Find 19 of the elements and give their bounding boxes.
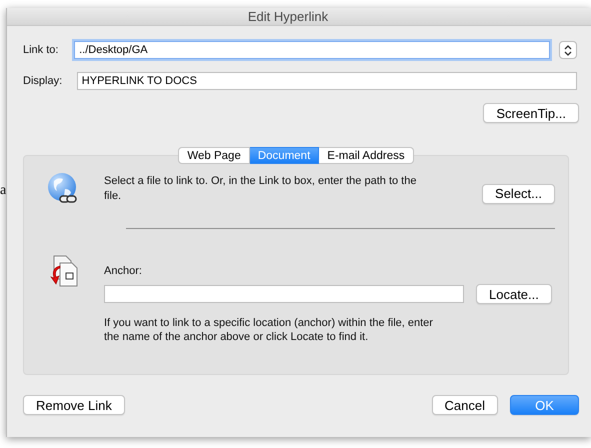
dialog-button[interactable]: Cancel	[432, 395, 498, 415]
anchor-field[interactable]	[104, 285, 464, 303]
screentip-button[interactable]: ScreenTip...	[483, 103, 579, 123]
field-label: Display:	[23, 75, 64, 87]
link-to-field[interactable]: ../Desktop/GA	[74, 41, 550, 59]
tab[interactable]: E-mail Address	[319, 147, 414, 164]
select-button[interactable]: Select...	[482, 184, 555, 204]
field-label: Anchor:	[104, 265, 143, 277]
instruction-text: Select a file to link to. Or, in the Link to box, enter the path to the file.	[104, 174, 418, 204]
help-text: If you want to link to a specific location (anchor) within the file, enter the name of the anchor above or click Locate to find it.	[104, 316, 434, 344]
document-text: a	[0, 183, 6, 199]
display-field[interactable]: HYPERLINK TO DOCS	[76, 72, 577, 90]
dialog-button[interactable]: Remove Link	[23, 395, 125, 415]
window-title: Edit Hyperlink	[248, 9, 328, 24]
stepper-button[interactable]	[558, 41, 577, 59]
field-label: Link to:	[23, 44, 60, 56]
locate-button[interactable]: Locate...	[476, 284, 552, 304]
up-down-arrows-icon	[564, 44, 572, 56]
tab[interactable]: Web Page	[178, 147, 250, 164]
